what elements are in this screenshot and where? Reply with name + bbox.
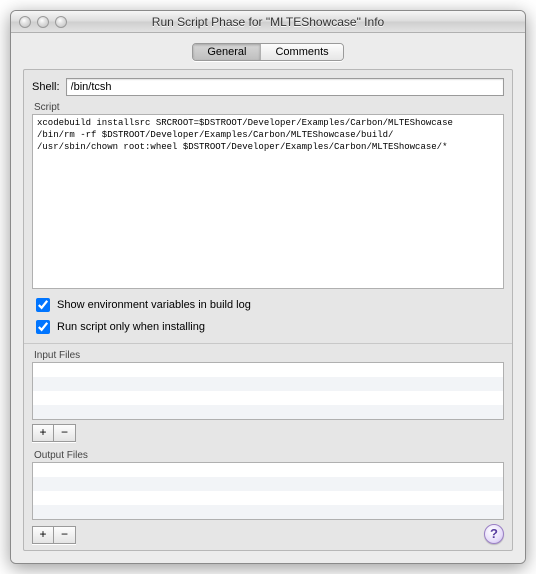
output-files-label: Output Files (32, 450, 504, 461)
output-files-section: Output Files + − ? (32, 450, 504, 544)
separator (24, 343, 512, 344)
input-files-stripes (33, 363, 503, 419)
run-only-install-checkbox[interactable] (36, 320, 50, 334)
window-title: Run Script Phase for "MLTEShowcase" Info (11, 15, 525, 29)
zoom-icon[interactable] (55, 16, 67, 28)
output-files-remove-button[interactable]: − (54, 526, 76, 544)
script-textarea[interactable] (33, 115, 503, 285)
tab-general[interactable]: General (193, 44, 261, 60)
minimize-icon[interactable] (37, 16, 49, 28)
script-box (32, 114, 504, 289)
input-files-add-button[interactable]: + (32, 424, 54, 442)
output-files-add-button[interactable]: + (32, 526, 54, 544)
input-files-buttons: + − (32, 424, 504, 442)
titlebar: Run Script Phase for "MLTEShowcase" Info (11, 11, 525, 33)
input-files-section: Input Files + − (32, 350, 504, 442)
run-only-install-row: Run script only when installing (32, 317, 504, 337)
tab-comments[interactable]: Comments (261, 44, 342, 60)
help-button[interactable]: ? (484, 524, 504, 544)
input-files-list[interactable] (32, 362, 504, 420)
output-files-stripes (33, 463, 503, 519)
general-panel: Shell: Script Show environment variables… (23, 69, 513, 551)
traffic-lights (11, 16, 67, 28)
shell-input[interactable] (66, 78, 504, 96)
output-files-footer: + − ? (32, 524, 504, 544)
show-env-label: Show environment variables in build log (57, 299, 251, 311)
shell-row: Shell: (32, 78, 504, 96)
show-env-row: Show environment variables in build log (32, 295, 504, 315)
input-files-remove-button[interactable]: − (54, 424, 76, 442)
window-body: General Comments Shell: Script Show envi… (11, 33, 525, 563)
run-only-install-label: Run script only when installing (57, 321, 205, 333)
tab-bar: General Comments (23, 43, 513, 61)
shell-label: Shell: (32, 81, 60, 93)
close-icon[interactable] (19, 16, 31, 28)
script-label: Script (32, 102, 504, 113)
show-env-checkbox[interactable] (36, 298, 50, 312)
window: Run Script Phase for "MLTEShowcase" Info… (10, 10, 526, 564)
output-files-list[interactable] (32, 462, 504, 520)
input-files-label: Input Files (32, 350, 504, 361)
